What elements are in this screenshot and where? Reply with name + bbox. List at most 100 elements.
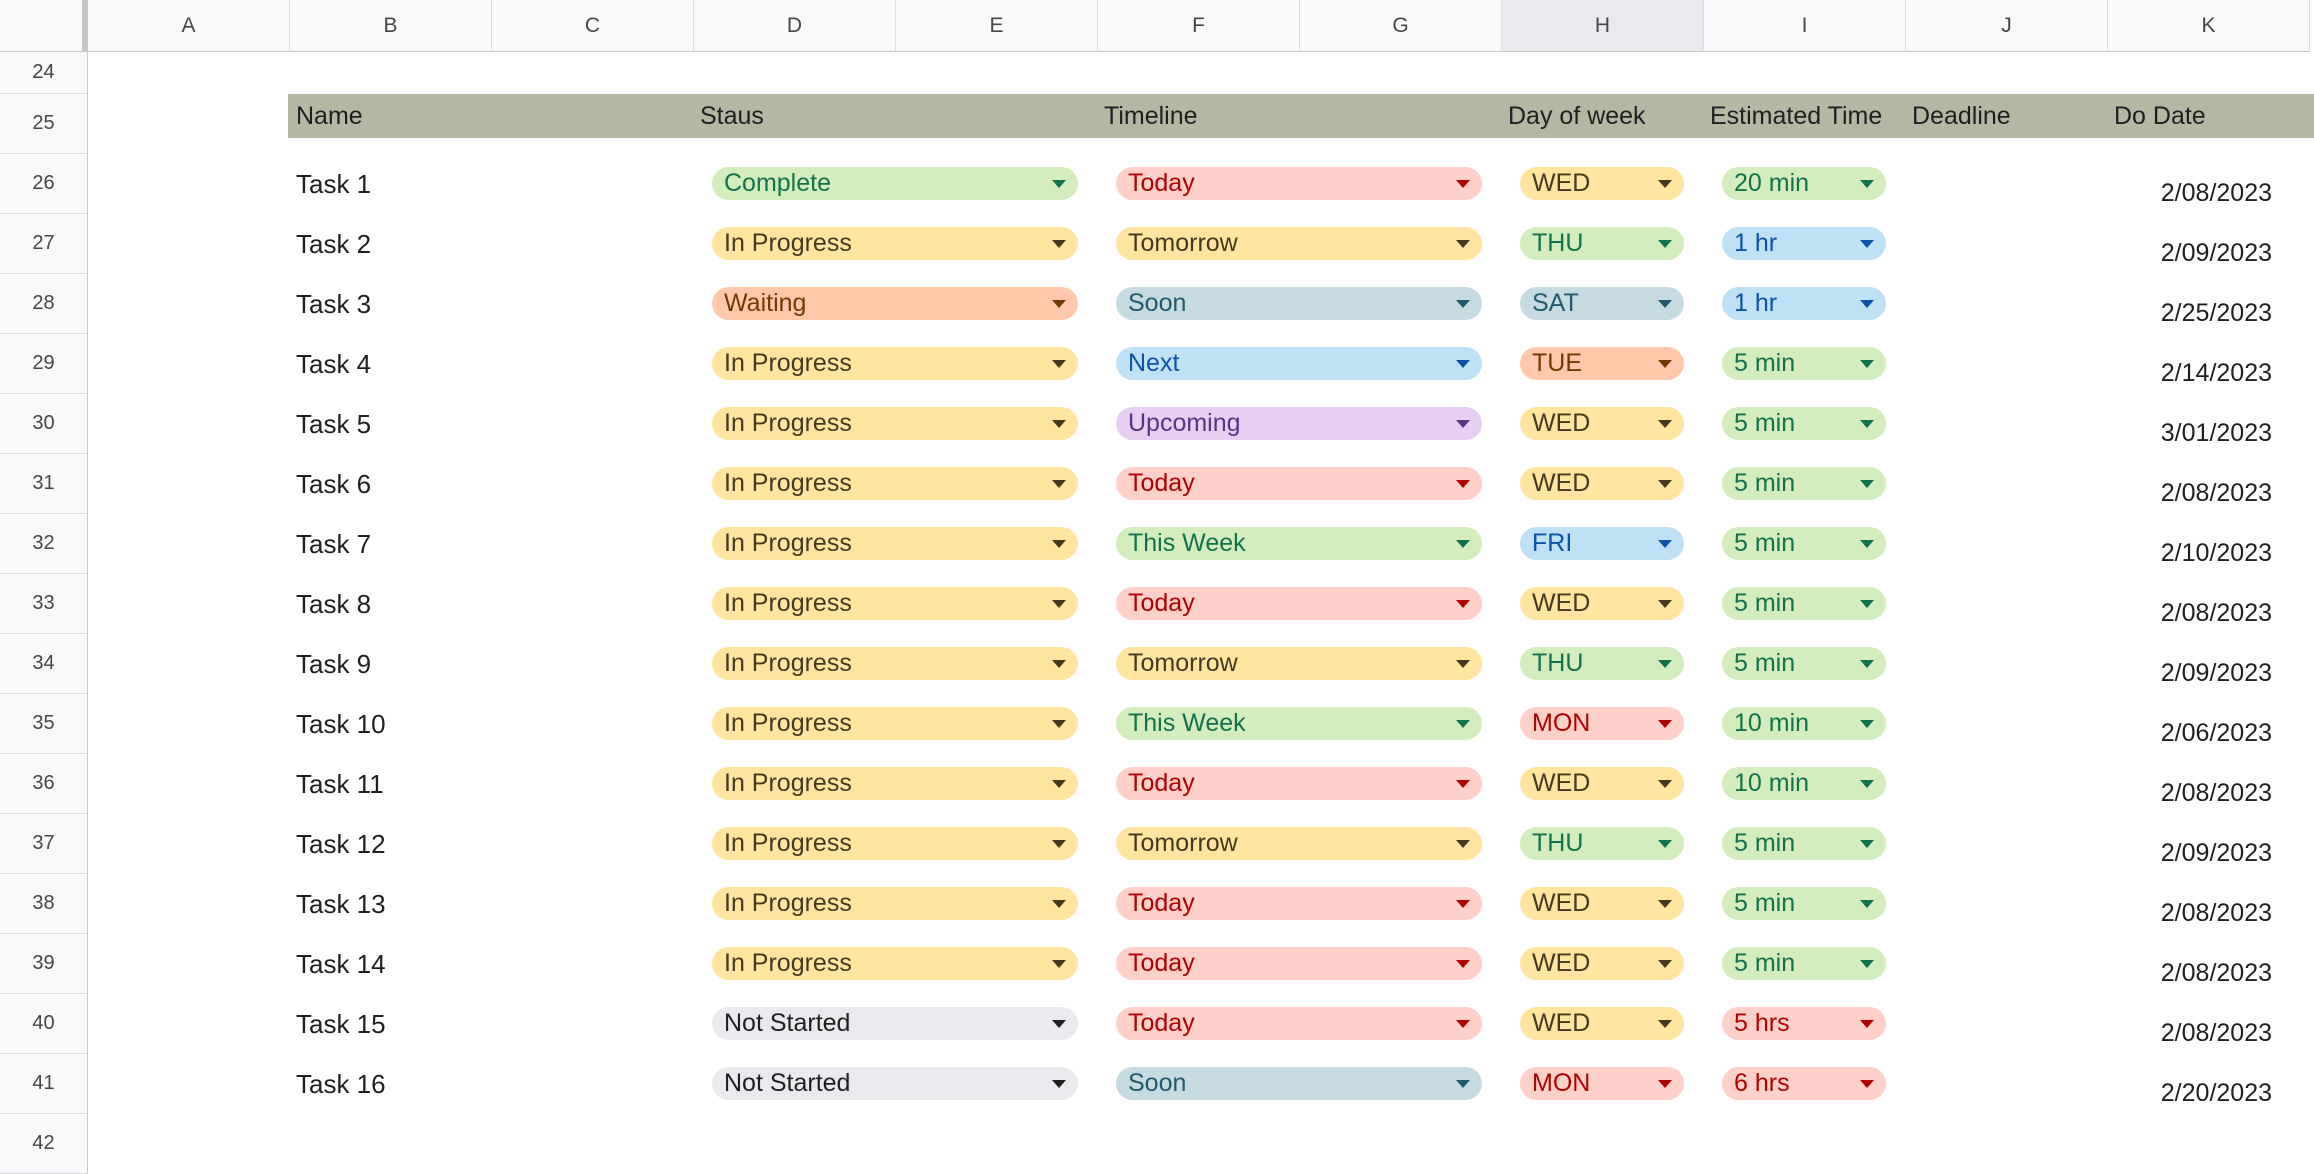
row-header-28[interactable]: 28 bbox=[0, 274, 88, 334]
day-dropdown[interactable]: WED bbox=[1520, 407, 1684, 440]
timeline-dropdown[interactable]: Tomorrow bbox=[1116, 827, 1482, 860]
status-dropdown[interactable]: In Progress bbox=[712, 587, 1078, 620]
do-date-cell[interactable]: 2/10/2023 bbox=[2106, 514, 2272, 574]
status-dropdown[interactable]: In Progress bbox=[712, 707, 1078, 740]
row-header-42[interactable]: 42 bbox=[0, 1114, 88, 1174]
dropdown-arrow-icon[interactable] bbox=[1658, 539, 1672, 548]
do-date-cell[interactable]: 3/01/2023 bbox=[2106, 394, 2272, 454]
column-header-i[interactable]: I bbox=[1704, 0, 1906, 52]
do-date-cell[interactable]: 2/08/2023 bbox=[2106, 994, 2272, 1054]
row-header-31[interactable]: 31 bbox=[0, 454, 88, 514]
status-dropdown[interactable]: In Progress bbox=[712, 827, 1078, 860]
row-header-38[interactable]: 38 bbox=[0, 874, 88, 934]
task-name[interactable]: Task 14 bbox=[296, 934, 386, 994]
do-date-cell[interactable]: 2/08/2023 bbox=[2106, 874, 2272, 934]
task-name[interactable]: Task 16 bbox=[296, 1054, 386, 1114]
status-dropdown[interactable]: Complete bbox=[712, 167, 1078, 200]
task-name[interactable]: Task 3 bbox=[296, 274, 371, 334]
task-name[interactable]: Task 15 bbox=[296, 994, 386, 1054]
column-header-h[interactable]: H bbox=[1502, 0, 1704, 52]
column-header-f[interactable]: F bbox=[1098, 0, 1300, 52]
dropdown-arrow-icon[interactable] bbox=[1052, 1079, 1066, 1088]
status-dropdown[interactable]: In Progress bbox=[712, 767, 1078, 800]
dropdown-arrow-icon[interactable] bbox=[1456, 179, 1470, 188]
dropdown-arrow-icon[interactable] bbox=[1658, 1079, 1672, 1088]
row-header-29[interactable]: 29 bbox=[0, 334, 88, 394]
task-name[interactable]: Task 2 bbox=[296, 214, 371, 274]
row-header-25[interactable]: 25 bbox=[0, 94, 88, 154]
row-header-35[interactable]: 35 bbox=[0, 694, 88, 754]
day-dropdown[interactable]: THU bbox=[1520, 647, 1684, 680]
status-dropdown[interactable]: In Progress bbox=[712, 887, 1078, 920]
dropdown-arrow-icon[interactable] bbox=[1658, 899, 1672, 908]
dropdown-arrow-icon[interactable] bbox=[1860, 1019, 1874, 1028]
status-dropdown[interactable]: Not Started bbox=[712, 1067, 1078, 1100]
do-date-cell[interactable]: 2/08/2023 bbox=[2106, 574, 2272, 634]
estimate-dropdown[interactable]: 5 min bbox=[1722, 587, 1886, 620]
day-dropdown[interactable]: WED bbox=[1520, 467, 1684, 500]
do-date-cell[interactable]: 2/09/2023 bbox=[2106, 814, 2272, 874]
timeline-dropdown[interactable]: Today bbox=[1116, 467, 1482, 500]
column-header-c[interactable]: C bbox=[492, 0, 694, 52]
row-header-39[interactable]: 39 bbox=[0, 934, 88, 994]
column-header-k[interactable]: K bbox=[2108, 0, 2310, 52]
dropdown-arrow-icon[interactable] bbox=[1052, 299, 1066, 308]
column-header-j[interactable]: J bbox=[1906, 0, 2108, 52]
dropdown-arrow-icon[interactable] bbox=[1860, 1079, 1874, 1088]
do-date-cell[interactable]: 2/08/2023 bbox=[2106, 154, 2272, 214]
dropdown-arrow-icon[interactable] bbox=[1456, 599, 1470, 608]
do-date-cell[interactable]: 2/08/2023 bbox=[2106, 754, 2272, 814]
dropdown-arrow-icon[interactable] bbox=[1658, 779, 1672, 788]
dropdown-arrow-icon[interactable] bbox=[1860, 479, 1874, 488]
timeline-dropdown[interactable]: Tomorrow bbox=[1116, 227, 1482, 260]
row-header-32[interactable]: 32 bbox=[0, 514, 88, 574]
dropdown-arrow-icon[interactable] bbox=[1052, 659, 1066, 668]
estimate-dropdown[interactable]: 1 hr bbox=[1722, 287, 1886, 320]
estimate-dropdown[interactable]: 6 hrs bbox=[1722, 1067, 1886, 1100]
row-header-30[interactable]: 30 bbox=[0, 394, 88, 454]
day-dropdown[interactable]: MON bbox=[1520, 1067, 1684, 1100]
row-header-33[interactable]: 33 bbox=[0, 574, 88, 634]
dropdown-arrow-icon[interactable] bbox=[1860, 539, 1874, 548]
dropdown-arrow-icon[interactable] bbox=[1456, 899, 1470, 908]
dropdown-arrow-icon[interactable] bbox=[1052, 479, 1066, 488]
dropdown-arrow-icon[interactable] bbox=[1860, 779, 1874, 788]
timeline-dropdown[interactable]: Today bbox=[1116, 767, 1482, 800]
row-header-37[interactable]: 37 bbox=[0, 814, 88, 874]
dropdown-arrow-icon[interactable] bbox=[1052, 839, 1066, 848]
dropdown-arrow-icon[interactable] bbox=[1456, 1019, 1470, 1028]
task-name[interactable]: Task 12 bbox=[296, 814, 386, 874]
day-dropdown[interactable]: WED bbox=[1520, 887, 1684, 920]
status-dropdown[interactable]: In Progress bbox=[712, 467, 1078, 500]
dropdown-arrow-icon[interactable] bbox=[1658, 719, 1672, 728]
timeline-dropdown[interactable]: Today bbox=[1116, 167, 1482, 200]
dropdown-arrow-icon[interactable] bbox=[1456, 719, 1470, 728]
do-date-cell[interactable]: 2/09/2023 bbox=[2106, 214, 2272, 274]
row-header-36[interactable]: 36 bbox=[0, 754, 88, 814]
do-date-cell[interactable]: 2/08/2023 bbox=[2106, 454, 2272, 514]
dropdown-arrow-icon[interactable] bbox=[1052, 779, 1066, 788]
status-dropdown[interactable]: Waiting bbox=[712, 287, 1078, 320]
dropdown-arrow-icon[interactable] bbox=[1456, 959, 1470, 968]
dropdown-arrow-icon[interactable] bbox=[1658, 659, 1672, 668]
dropdown-arrow-icon[interactable] bbox=[1456, 839, 1470, 848]
dropdown-arrow-icon[interactable] bbox=[1456, 419, 1470, 428]
day-dropdown[interactable]: WED bbox=[1520, 767, 1684, 800]
estimate-dropdown[interactable]: 5 min bbox=[1722, 947, 1886, 980]
dropdown-arrow-icon[interactable] bbox=[1052, 359, 1066, 368]
day-dropdown[interactable]: WED bbox=[1520, 587, 1684, 620]
day-dropdown[interactable]: THU bbox=[1520, 827, 1684, 860]
day-dropdown[interactable]: MON bbox=[1520, 707, 1684, 740]
task-name[interactable]: Task 4 bbox=[296, 334, 371, 394]
task-name[interactable]: Task 9 bbox=[296, 634, 371, 694]
dropdown-arrow-icon[interactable] bbox=[1860, 719, 1874, 728]
timeline-dropdown[interactable]: Soon bbox=[1116, 287, 1482, 320]
dropdown-arrow-icon[interactable] bbox=[1456, 1079, 1470, 1088]
estimate-dropdown[interactable]: 10 min bbox=[1722, 707, 1886, 740]
row-header-40[interactable]: 40 bbox=[0, 994, 88, 1054]
timeline-dropdown[interactable]: Today bbox=[1116, 587, 1482, 620]
dropdown-arrow-icon[interactable] bbox=[1052, 179, 1066, 188]
dropdown-arrow-icon[interactable] bbox=[1658, 479, 1672, 488]
do-date-cell[interactable]: 2/08/2023 bbox=[2106, 934, 2272, 994]
dropdown-arrow-icon[interactable] bbox=[1052, 719, 1066, 728]
